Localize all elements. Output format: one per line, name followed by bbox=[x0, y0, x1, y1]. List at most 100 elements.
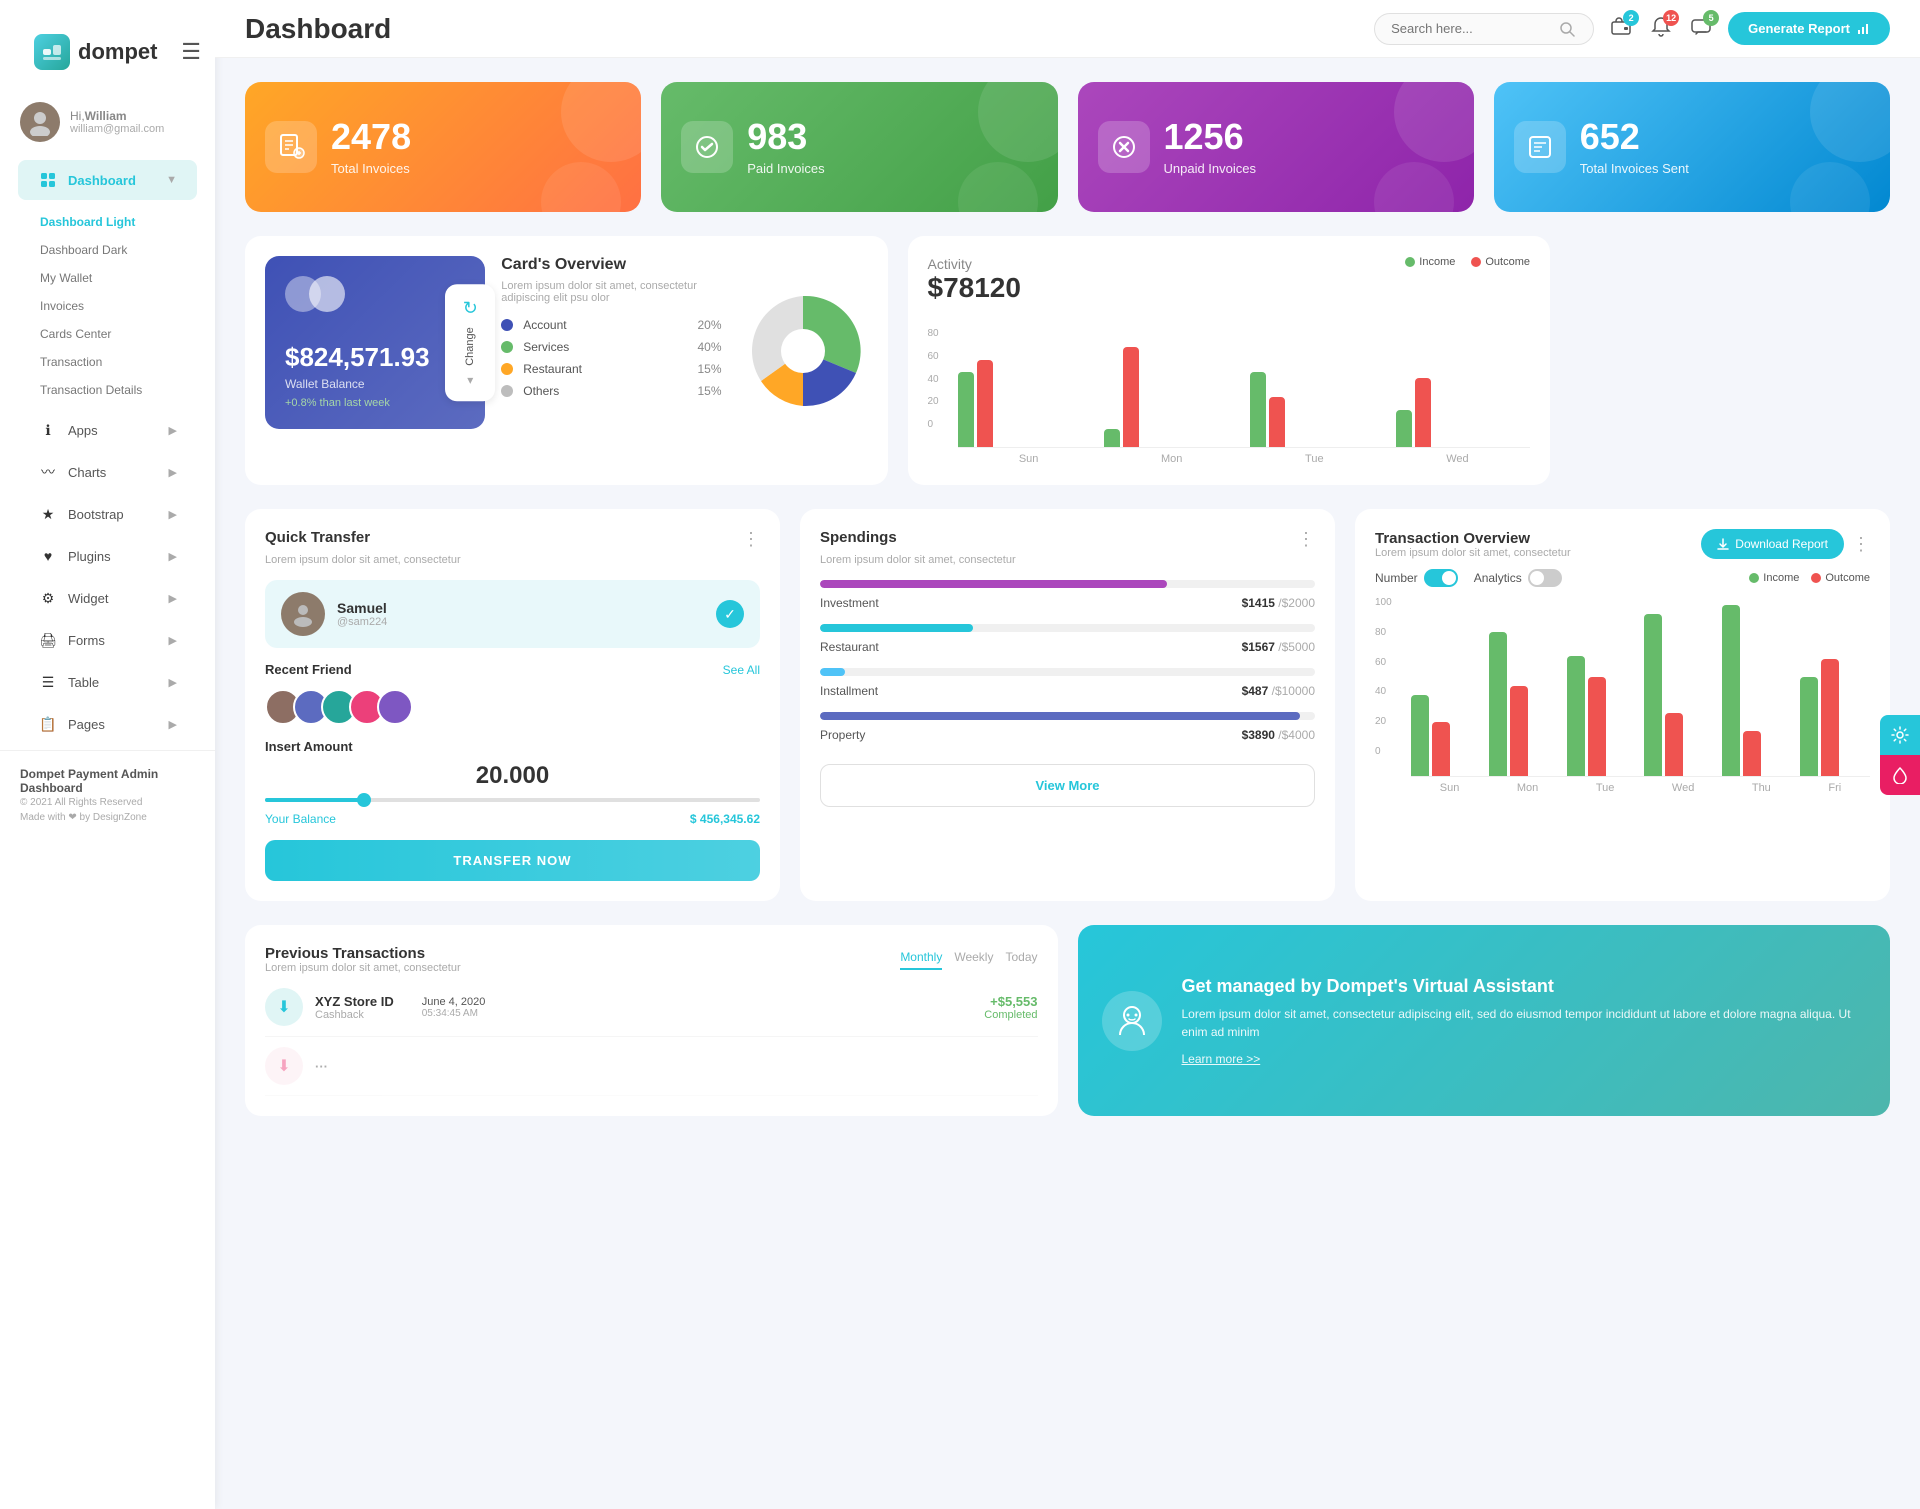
apps-icon: ℹ bbox=[38, 420, 58, 440]
slider-container[interactable] bbox=[265, 798, 760, 802]
number-toggle[interactable] bbox=[1424, 569, 1458, 587]
wallet-amount: $824,571.93 bbox=[285, 342, 430, 373]
sidebar-item-pages[interactable]: 📋 Pages ▶ bbox=[18, 704, 197, 744]
forms-icon: 🖨 bbox=[38, 630, 58, 650]
footer-copyright: © 2021 All Rights Reserved bbox=[20, 797, 195, 808]
drop-icon[interactable] bbox=[1880, 755, 1920, 795]
spending-restaurant: Restaurant $1567 /$5000 bbox=[820, 624, 1315, 654]
transfer-now-button[interactable]: TRANSFER NOW bbox=[265, 840, 760, 881]
wallet-icon-badge[interactable]: 2 bbox=[1610, 16, 1632, 41]
va-icon bbox=[1102, 991, 1162, 1051]
va-learn-more-link[interactable]: Learn more >> bbox=[1182, 1052, 1261, 1066]
change-button[interactable]: ↻ Change ▾ bbox=[445, 284, 495, 402]
previous-transactions-card: Previous Transactions Lorem ipsum dolor … bbox=[245, 925, 1058, 1116]
change-label: Change bbox=[464, 327, 476, 366]
sub-nav-cards-center[interactable]: Cards Center bbox=[20, 320, 215, 348]
sidebar-item-apps[interactable]: ℹ Apps ▶ bbox=[18, 410, 197, 450]
total-sent-icon bbox=[1514, 121, 1566, 173]
pages-arrow: ▶ bbox=[169, 718, 177, 731]
transaction-overview-title: Transaction Overview bbox=[1375, 530, 1701, 547]
search-input[interactable] bbox=[1391, 21, 1551, 36]
co-item-account: Account 20% bbox=[501, 318, 721, 332]
card-overview-title: Card's Overview bbox=[501, 256, 721, 274]
spendings-desc: Lorem ipsum dolor sit amet, consectetur bbox=[820, 554, 1315, 566]
co-item-others: Others 15% bbox=[501, 384, 721, 398]
bell-badge: 12 bbox=[1663, 10, 1679, 26]
tab-today[interactable]: Today bbox=[1005, 950, 1037, 970]
table-arrow: ▶ bbox=[169, 676, 177, 689]
chat-icon-badge[interactable]: 5 bbox=[1690, 16, 1712, 41]
prev-transactions-tabs: Monthly Weekly Today bbox=[900, 950, 1037, 970]
charts-icon: 〰 bbox=[38, 462, 58, 482]
recent-friend-row: Recent Friend See All bbox=[265, 662, 760, 677]
sidebar-item-charts[interactable]: 〰 Charts ▶ bbox=[18, 452, 197, 492]
quick-transfer-menu[interactable]: ⋮ bbox=[742, 529, 760, 550]
pie-chart-container bbox=[738, 256, 868, 445]
transaction-overview-card: Transaction Overview Lorem ipsum dolor s… bbox=[1355, 509, 1890, 901]
avatar bbox=[20, 102, 60, 142]
logo: dompet bbox=[14, 16, 177, 88]
transaction-amount: +$5,553 bbox=[984, 994, 1037, 1009]
analytics-toggle[interactable] bbox=[1528, 569, 1562, 587]
sub-nav-transaction-details[interactable]: Transaction Details bbox=[20, 376, 215, 404]
see-all-link[interactable]: See All bbox=[723, 663, 760, 677]
paid-invoices-label: Paid Invoices bbox=[747, 161, 824, 176]
sidebar-item-table[interactable]: ☰ Table ▶ bbox=[18, 662, 197, 702]
spending-investment: Investment $1415 /$2000 bbox=[820, 580, 1315, 610]
search-bar[interactable] bbox=[1374, 13, 1594, 45]
dashboard-content: 2478 Total Invoices 983 Paid Invoic bbox=[215, 58, 1920, 1509]
unpaid-invoices-icon bbox=[1098, 121, 1150, 173]
logo-text: dompet bbox=[78, 39, 157, 65]
chat-badge: 5 bbox=[1703, 10, 1719, 26]
sub-nav-transaction[interactable]: Transaction bbox=[20, 348, 215, 376]
view-more-button[interactable]: View More bbox=[820, 764, 1315, 807]
bootstrap-icon: ★ bbox=[38, 504, 58, 524]
sub-nav-dashboard-dark[interactable]: Dashboard Dark bbox=[20, 236, 215, 264]
person-avatar bbox=[281, 592, 325, 636]
sidebar-item-widget[interactable]: ⚙ Widget ▶ bbox=[18, 578, 197, 618]
hamburger-menu[interactable]: ☰ bbox=[181, 39, 201, 65]
co-item-services: Services 40% bbox=[501, 340, 721, 354]
download-report-button[interactable]: Download Report bbox=[1701, 529, 1844, 559]
balance-label: Your Balance bbox=[265, 812, 336, 826]
activity-outcome-legend: Outcome bbox=[1471, 256, 1530, 268]
header: Dashboard 2 bbox=[215, 0, 1920, 58]
tab-weekly[interactable]: Weekly bbox=[954, 950, 993, 970]
sidebar-item-plugins[interactable]: ♥ Plugins ▶ bbox=[18, 536, 197, 576]
wallet-card: $824,571.93 Wallet Balance +0.8% than la… bbox=[265, 256, 485, 429]
toggle-row: Number Analytics Income bbox=[1375, 569, 1870, 587]
va-desc: Lorem ipsum dolor sit amet, consectetur … bbox=[1182, 1005, 1867, 1041]
widget-label: Widget bbox=[68, 591, 108, 606]
settings-icon[interactable] bbox=[1880, 715, 1920, 755]
sub-nav-invoices[interactable]: Invoices bbox=[20, 292, 215, 320]
total-invoices-icon bbox=[265, 121, 317, 173]
bar-group-tue bbox=[1250, 372, 1384, 447]
generate-report-button[interactable]: Generate Report bbox=[1728, 12, 1890, 45]
header-icons: 2 12 5 bbox=[1610, 16, 1712, 41]
paid-invoices-icon bbox=[681, 121, 733, 173]
quick-transfer-card: Quick Transfer ⋮ Lorem ipsum dolor sit a… bbox=[245, 509, 780, 901]
virtual-assistant-banner: Get managed by Dompet's Virtual Assistan… bbox=[1078, 925, 1891, 1116]
prev-transaction-item-2: ⬇ ··· bbox=[265, 1037, 1038, 1096]
bootstrap-arrow: ▶ bbox=[169, 508, 177, 521]
stat-card-total-invoices: 2478 Total Invoices bbox=[245, 82, 641, 212]
transaction-date: June 4, 2020 bbox=[422, 996, 486, 1008]
dashboard-icon bbox=[38, 170, 58, 190]
bell-icon-badge[interactable]: 12 bbox=[1650, 16, 1672, 41]
pages-icon: 📋 bbox=[38, 714, 58, 734]
sidebar-item-dashboard[interactable]: Dashboard ▼ bbox=[18, 160, 197, 200]
sidebar-item-forms[interactable]: 🖨 Forms ▶ bbox=[18, 620, 197, 660]
spendings-menu[interactable]: ⋮ bbox=[1297, 529, 1315, 550]
bootstrap-label: Bootstrap bbox=[68, 507, 124, 522]
tab-monthly[interactable]: Monthly bbox=[900, 950, 942, 970]
bar-group-sun bbox=[958, 360, 1092, 447]
transaction-overview-menu[interactable]: ⋮ bbox=[1852, 534, 1870, 555]
prev-row: Previous Transactions Lorem ipsum dolor … bbox=[245, 925, 1890, 1116]
toggle-analytics: Analytics bbox=[1474, 569, 1562, 587]
sub-nav-dashboard-light[interactable]: Dashboard Light bbox=[20, 208, 215, 236]
balance-value: $ 456,345.62 bbox=[690, 812, 760, 826]
sub-nav-my-wallet[interactable]: My Wallet bbox=[20, 264, 215, 292]
sidebar-item-bootstrap[interactable]: ★ Bootstrap ▶ bbox=[18, 494, 197, 534]
transaction-name: XYZ Store ID bbox=[315, 994, 394, 1009]
logo-icon bbox=[34, 34, 70, 70]
